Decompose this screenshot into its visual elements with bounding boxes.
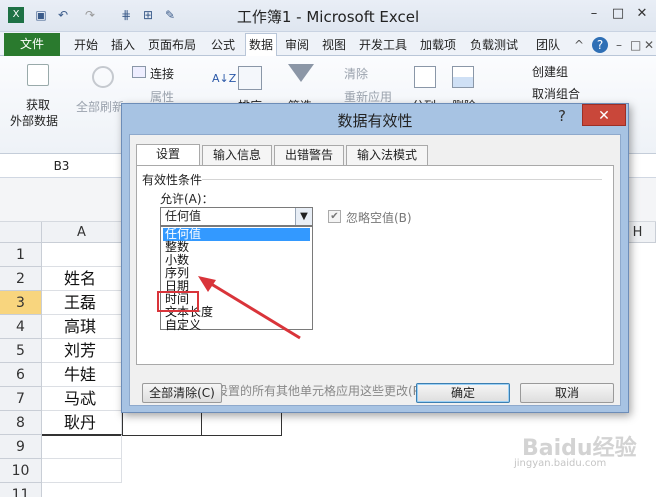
annotation-arrow-icon — [198, 276, 301, 340]
